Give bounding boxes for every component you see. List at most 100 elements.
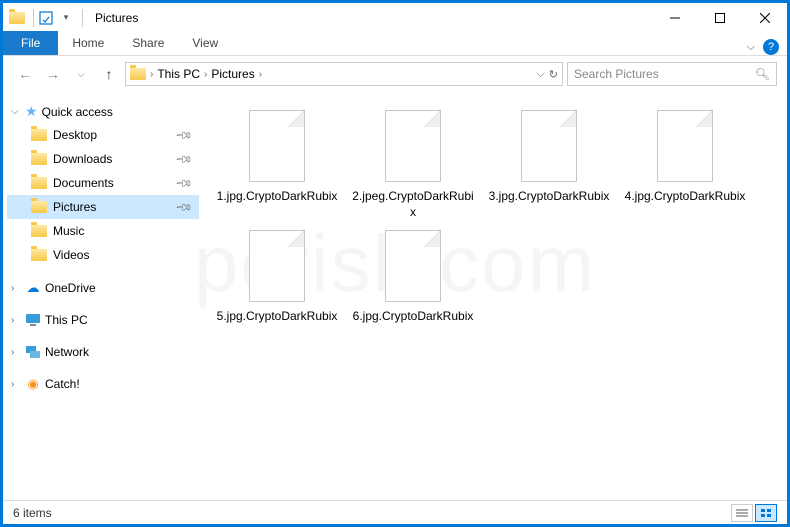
chevron-right-icon[interactable]: › bbox=[150, 69, 153, 80]
window-controls bbox=[652, 3, 787, 32]
qat-dropdown-icon[interactable]: ▾ bbox=[58, 10, 74, 26]
sidebar-item-label: Documents bbox=[53, 176, 114, 190]
file-item[interactable]: 3.jpg.CryptoDarkRubix bbox=[483, 110, 615, 220]
chevron-right-icon[interactable]: › bbox=[11, 347, 21, 358]
address-bar: ← → ⌵ ↑ › This PC › Pictures › ⌵ ↻ Searc… bbox=[3, 56, 787, 92]
sidebar-item-pictures[interactable]: Pictures 📌︎ bbox=[7, 195, 199, 219]
breadcrumb-root[interactable]: This PC bbox=[157, 67, 200, 81]
file-icon bbox=[657, 110, 713, 182]
folder-icon bbox=[31, 223, 47, 239]
view-icons-button[interactable] bbox=[755, 504, 777, 522]
tab-share[interactable]: Share bbox=[118, 31, 178, 55]
file-item[interactable]: 4.jpg.CryptoDarkRubix bbox=[619, 110, 751, 220]
folder-icon bbox=[31, 199, 47, 215]
separator bbox=[33, 9, 34, 27]
navigation-pane: ⌵ ★ Quick access Desktop📌︎Downloads📌︎Doc… bbox=[3, 92, 203, 490]
folder-icon bbox=[31, 175, 47, 191]
view-details-button[interactable] bbox=[731, 504, 753, 522]
chevron-down-icon[interactable]: ⌵ bbox=[11, 106, 21, 117]
item-count: 6 items bbox=[13, 506, 52, 520]
chevron-right-icon[interactable]: › bbox=[204, 69, 207, 80]
close-button[interactable] bbox=[742, 3, 787, 32]
pin-icon: 📌︎ bbox=[174, 125, 193, 144]
sidebar-item-downloads[interactable]: Downloads 📌︎ bbox=[7, 147, 199, 171]
ribbon: File Home Share View ⌵ ? bbox=[3, 32, 787, 56]
help-icon[interactable]: ? bbox=[763, 39, 779, 55]
file-name: 6.jpg.CryptoDarkRubix bbox=[349, 308, 478, 324]
sidebar-item-catch-[interactable]: › ◉ Catch! bbox=[7, 373, 199, 395]
breadcrumb-dropdown-icon[interactable]: ⌵ bbox=[536, 68, 544, 81]
quick-access-header[interactable]: ⌵ ★ Quick access bbox=[7, 100, 199, 123]
search-placeholder: Search Pictures bbox=[574, 67, 659, 81]
sidebar-item-label: Pictures bbox=[53, 200, 96, 214]
sidebar-item-label: Desktop bbox=[53, 128, 97, 142]
file-name: 5.jpg.CryptoDarkRubix bbox=[213, 308, 342, 324]
file-icon bbox=[385, 110, 441, 182]
chevron-right-icon[interactable]: › bbox=[11, 283, 21, 294]
folder-icon bbox=[9, 10, 25, 26]
sidebar-item-music[interactable]: Music bbox=[7, 219, 199, 243]
expand-ribbon-icon[interactable]: ⌵ bbox=[747, 41, 755, 54]
file-list[interactable]: 1.jpg.CryptoDarkRubix 2.jpeg.CryptoDarkRu… bbox=[203, 92, 787, 490]
pin-icon: 📌︎ bbox=[174, 197, 193, 216]
minimize-button[interactable] bbox=[652, 3, 697, 32]
file-icon bbox=[249, 110, 305, 182]
chevron-right-icon[interactable]: › bbox=[259, 69, 262, 80]
sidebar-item-network[interactable]: › Network bbox=[7, 341, 199, 363]
sidebar-item-onedrive[interactable]: › ☁ OneDrive bbox=[7, 277, 199, 299]
file-name: 1.jpg.CryptoDarkRubix bbox=[213, 188, 342, 204]
sidebar-item-videos[interactable]: Videos bbox=[7, 243, 199, 267]
file-name: 4.jpg.CryptoDarkRubix bbox=[621, 188, 750, 204]
sidebar-item-label: Catch! bbox=[45, 377, 80, 391]
tab-home[interactable]: Home bbox=[58, 31, 118, 55]
quick-access-label: Quick access bbox=[42, 105, 113, 119]
recent-dropdown[interactable]: ⌵ bbox=[69, 62, 93, 86]
folder-icon bbox=[31, 151, 47, 167]
chevron-right-icon[interactable]: › bbox=[11, 379, 21, 390]
folder-icon bbox=[130, 66, 146, 82]
folder-icon bbox=[31, 247, 47, 263]
breadcrumb-current[interactable]: Pictures bbox=[211, 67, 254, 81]
maximize-button[interactable] bbox=[697, 3, 742, 32]
sidebar-item-label: This PC bbox=[45, 313, 88, 327]
sidebar-item-documents[interactable]: Documents 📌︎ bbox=[7, 171, 199, 195]
sidebar-item-label: Downloads bbox=[53, 152, 112, 166]
pin-icon: 📌︎ bbox=[174, 173, 193, 192]
sidebar-item-label: Music bbox=[53, 224, 84, 238]
file-item[interactable]: 5.jpg.CryptoDarkRubix bbox=[211, 230, 343, 324]
qat-properties-icon[interactable] bbox=[38, 10, 54, 26]
file-tab[interactable]: File bbox=[3, 31, 58, 55]
star-icon: ★ bbox=[25, 103, 38, 120]
file-name: 2.jpeg.CryptoDarkRubix bbox=[347, 188, 479, 220]
separator bbox=[82, 9, 83, 27]
forward-button[interactable]: → bbox=[41, 62, 65, 86]
file-icon bbox=[521, 110, 577, 182]
window-title: Pictures bbox=[95, 11, 138, 25]
sidebar-item-label: OneDrive bbox=[45, 281, 96, 295]
sidebar-item-label: Network bbox=[45, 345, 89, 359]
refresh-icon[interactable]: ↻ bbox=[549, 68, 558, 81]
pin-icon: 📌︎ bbox=[174, 149, 193, 168]
network-icon bbox=[25, 344, 41, 360]
tab-view[interactable]: View bbox=[178, 31, 232, 55]
file-icon bbox=[385, 230, 441, 302]
chevron-right-icon[interactable]: › bbox=[11, 315, 21, 326]
file-item[interactable]: 6.jpg.CryptoDarkRubix bbox=[347, 230, 479, 324]
titlebar: ▾ Pictures bbox=[3, 3, 787, 32]
search-input[interactable]: Search Pictures 🔍︎ bbox=[567, 62, 777, 86]
folder-icon bbox=[31, 127, 47, 143]
sidebar-item-this-pc[interactable]: › This PC bbox=[7, 309, 199, 331]
back-button[interactable]: ← bbox=[13, 62, 37, 86]
breadcrumb[interactable]: › This PC › Pictures › ⌵ ↻ bbox=[125, 62, 563, 86]
file-item[interactable]: 1.jpg.CryptoDarkRubix bbox=[211, 110, 343, 220]
sidebar-item-desktop[interactable]: Desktop 📌︎ bbox=[7, 123, 199, 147]
cloud-icon: ☁ bbox=[25, 280, 41, 296]
up-button[interactable]: ↑ bbox=[97, 62, 121, 86]
search-icon: 🔍︎ bbox=[755, 67, 770, 81]
file-name: 3.jpg.CryptoDarkRubix bbox=[485, 188, 614, 204]
file-icon bbox=[249, 230, 305, 302]
pc-icon bbox=[25, 312, 41, 328]
file-item[interactable]: 2.jpeg.CryptoDarkRubix bbox=[347, 110, 479, 220]
sidebar-item-label: Videos bbox=[53, 248, 89, 262]
catch-icon: ◉ bbox=[25, 376, 41, 392]
